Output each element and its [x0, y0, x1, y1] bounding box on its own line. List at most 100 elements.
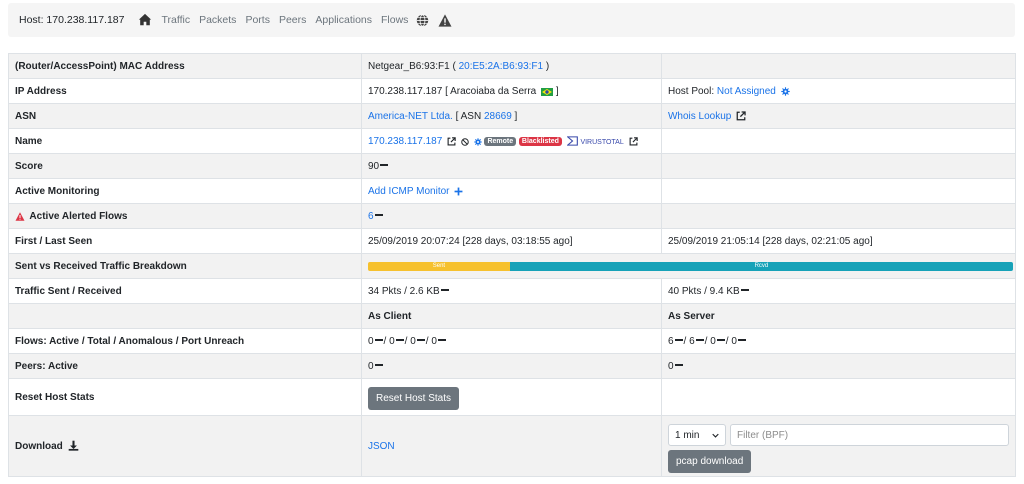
flows-client-anomalous: 0	[410, 335, 416, 347]
traffic-rcvd: 40 Pkts / 9.4 KB	[667, 285, 740, 297]
plus-icon[interactable]	[454, 187, 463, 196]
name-extra	[660, 128, 1017, 154]
nav-applications[interactable]: Applications	[315, 14, 372, 26]
row-alerted: Active Alerted Flows 6	[8, 203, 1017, 229]
row-roles: As Client As Server	[8, 303, 1017, 329]
traffic-rcvd-cell: 40 Pkts / 9.4 KB	[660, 278, 1017, 304]
gear-icon[interactable]	[473, 137, 482, 146]
top-navbar: Host: 170.238.117.187 Traffic Packets Po…	[8, 3, 1015, 37]
score-extra	[660, 153, 1017, 179]
reset-extra	[660, 378, 1017, 416]
nav-packets[interactable]: Packets	[199, 14, 236, 26]
as-client-header: As Client	[360, 303, 662, 329]
external-link-icon[interactable]	[736, 110, 746, 121]
trend-dash	[374, 363, 383, 366]
reset-host-stats-button[interactable]: Reset Host Stats	[367, 387, 459, 410]
whois-cell: Whois Lookup	[660, 103, 1017, 129]
roles-empty	[8, 303, 362, 329]
asn-value: America-NET Ltda. [ ASN 28669 ]	[360, 103, 662, 129]
reset-cell: Reset Host Stats	[360, 378, 662, 416]
last-seen: 25/09/2019 21:05:14 [228 days, 02:21:05 …	[660, 228, 1017, 254]
duration-value: 1 min	[674, 429, 700, 441]
row-download: Download JSON 1 min Filter (BPF) pcap do…	[8, 415, 1017, 477]
name-ip-link[interactable]: 170.238.117.187	[368, 136, 442, 147]
pcap-cell: 1 min pcap download	[660, 415, 1017, 477]
flows-server-total: 6	[689, 335, 695, 347]
label-download: Download	[15, 441, 63, 452]
trend-dash	[437, 338, 446, 341]
json-download-link[interactable]: JSON	[368, 441, 395, 452]
pcap-download-button[interactable]: pcap download	[667, 450, 752, 473]
traffic-breakdown-bar: Sent Rcvd	[367, 261, 1013, 271]
breakdown-cell: Sent Rcvd	[360, 253, 1017, 279]
flows-server-unreach: 0	[731, 335, 737, 347]
mac-link[interactable]: 20:E5:2A:B6:93:F1	[459, 61, 544, 72]
flows-server-active: 6	[667, 335, 674, 347]
peers-client: 0	[367, 360, 374, 372]
trend-dash	[380, 163, 389, 166]
ban-icon[interactable]	[461, 137, 469, 146]
row-seen: First / Last Seen 25/09/2019 20:07:24 [2…	[8, 228, 1017, 254]
trend-dash	[674, 363, 683, 366]
trend-dash	[737, 338, 746, 341]
external-link-icon[interactable]	[629, 136, 638, 146]
host-pool: Host Pool: Not Assigned	[660, 78, 1017, 104]
as-server-header: As Server	[660, 303, 1017, 329]
mac-extra	[660, 53, 1017, 79]
gear-icon[interactable]	[780, 86, 790, 96]
host-details-table: (Router/AccessPoint) MAC Address Netgear…	[8, 53, 1017, 477]
label-score: Score	[8, 153, 362, 179]
duration-select[interactable]: 1 min	[667, 424, 726, 446]
flows-client-active: 0	[367, 335, 374, 347]
nav-flows[interactable]: Flows	[381, 14, 408, 26]
trend-dash	[374, 213, 383, 216]
score-cell: 90	[360, 153, 662, 179]
row-reset: Reset Host Stats Reset Host Stats	[8, 378, 1017, 416]
asn-number-link[interactable]: 28669	[484, 111, 512, 122]
label-ip: IP Address	[8, 78, 362, 104]
nav-traffic[interactable]: Traffic	[161, 14, 190, 26]
monitoring-extra	[660, 178, 1017, 204]
flows-client-total: 0	[389, 335, 395, 347]
flows-client: 0/ 0/ 0/ 0	[360, 328, 662, 354]
bpf-filter-input[interactable]	[729, 424, 1009, 446]
trend-dash	[740, 288, 749, 291]
home-icon[interactable]	[138, 13, 152, 27]
asn-prefix: [ ASN	[455, 110, 482, 122]
host-title: Host: 170.238.117.187	[19, 14, 125, 26]
virustotal-link[interactable]: VIRUSTOTAL	[580, 139, 623, 146]
asn-org-link[interactable]: America-NET Ltda.	[368, 111, 453, 122]
flows-server-anomalous: 0	[710, 335, 716, 347]
json-cell: JSON	[360, 415, 662, 477]
name-value: 170.238.117.187 Remote Blacklisted VIRUS…	[360, 128, 662, 154]
nav-ports[interactable]: Ports	[245, 14, 270, 26]
label-monitoring: Active Monitoring	[8, 178, 362, 204]
label-asn: ASN	[8, 103, 362, 129]
trend-dash	[440, 288, 449, 291]
virustotal-icon[interactable]	[566, 135, 578, 146]
row-name: Name 170.238.117.187 Remote Blacklisted …	[8, 128, 1017, 154]
flows-client-unreach: 0	[431, 335, 437, 347]
nav-peers[interactable]: Peers	[279, 14, 306, 26]
warning-icon[interactable]	[438, 13, 452, 27]
asn-suffix: ]	[514, 110, 518, 122]
peers-server: 0	[667, 360, 674, 372]
score-value: 90	[367, 160, 380, 172]
globe-icon[interactable]	[416, 13, 430, 27]
label-name: Name	[8, 128, 362, 154]
whois-link[interactable]: Whois Lookup	[668, 111, 731, 122]
download-icon	[68, 440, 79, 451]
alerted-flows-link[interactable]: 6	[368, 211, 374, 222]
label-breakdown: Sent vs Received Traffic Breakdown	[8, 253, 362, 279]
trend-dash	[416, 338, 425, 341]
label-download-cell: Download	[8, 415, 362, 477]
label-seen: First / Last Seen	[8, 228, 362, 254]
host-pool-link[interactable]: Not Assigned	[717, 86, 776, 97]
trend-dash	[374, 338, 383, 341]
row-score: Score 90	[8, 153, 1017, 179]
add-icmp-monitor-link[interactable]: Add ICMP Monitor	[368, 186, 450, 197]
external-link-icon[interactable]	[447, 136, 456, 146]
label-peers: Peers: Active	[8, 353, 362, 379]
trend-dash	[674, 338, 683, 341]
monitoring-cell: Add ICMP Monitor	[360, 178, 662, 204]
